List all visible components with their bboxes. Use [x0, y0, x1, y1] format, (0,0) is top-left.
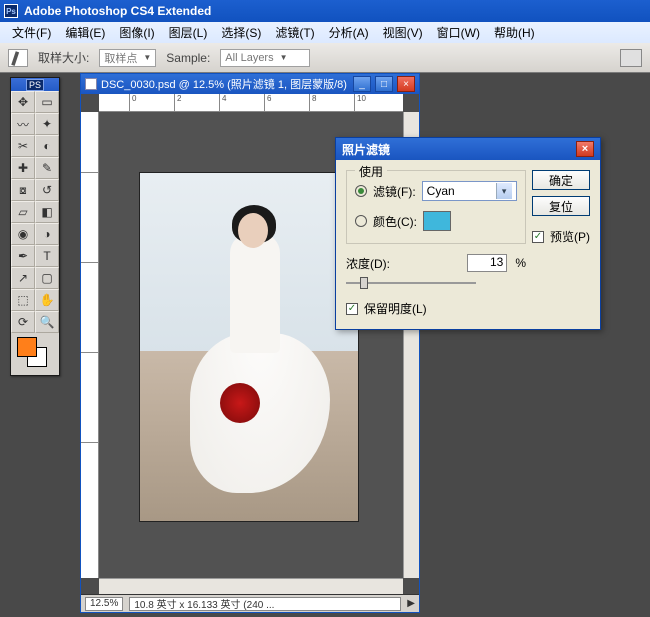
- color-swatches: [11, 333, 59, 375]
- doc-minimize-button[interactable]: _: [353, 76, 371, 92]
- filter-dropdown[interactable]: Cyan ▾: [422, 181, 517, 201]
- slider-thumb[interactable]: [360, 277, 368, 289]
- photo-filter-dialog: 照片滤镜 × 确定 复位 预览(P) 使用 滤镜(F):: [335, 137, 601, 330]
- app-title: Adobe Photoshop CS4 Extended: [24, 4, 211, 18]
- tool-stamp[interactable]: ⧇: [11, 179, 35, 201]
- tool-dodge[interactable]: ◑: [35, 223, 59, 245]
- tools-panel: PS ✥ ▭ 〰 ✦ ✂ ◐ ✚ ✎ ⧇ ↺ ▱ ◧ ◉ ◑ ✒ T ↗ ▢ ⬚: [10, 77, 60, 376]
- tool-crop[interactable]: ✂: [11, 135, 35, 157]
- preserve-luminosity-label: 保留明度(L): [364, 300, 427, 317]
- tools-panel-header[interactable]: PS: [11, 78, 59, 91]
- filter-radio-label: 滤镜(F):: [373, 183, 416, 200]
- menubar: 文件(F) 编辑(E) 图像(I) 图层(L) 选择(S) 滤镜(T) 分析(A…: [0, 22, 650, 43]
- tool-eraser[interactable]: ▱: [11, 201, 35, 223]
- tool-gradient[interactable]: ◧: [35, 201, 59, 223]
- tool-lasso[interactable]: 〰: [11, 113, 35, 135]
- menu-select[interactable]: 选择(S): [215, 22, 267, 43]
- color-radio-label: 颜色(C):: [373, 213, 417, 230]
- filter-radio[interactable]: [355, 185, 367, 197]
- tool-wand[interactable]: ✦: [35, 113, 59, 135]
- menu-help[interactable]: 帮助(H): [488, 22, 541, 43]
- scrollbar-horizontal[interactable]: [99, 578, 403, 594]
- options-extra-icon[interactable]: [620, 49, 642, 67]
- tool-heal[interactable]: ✚: [11, 157, 35, 179]
- statusbar-arrow-icon[interactable]: ▶: [407, 598, 415, 609]
- density-unit: %: [515, 256, 526, 270]
- sample-size-label: 取样大小:: [38, 49, 89, 66]
- tool-blur[interactable]: ◉: [11, 223, 35, 245]
- ruler-horizontal[interactable]: 0 2 4 6 8 10: [99, 94, 403, 112]
- sample-label: Sample:: [166, 51, 210, 65]
- workspace: PS ✥ ▭ 〰 ✦ ✂ ◐ ✚ ✎ ⧇ ↺ ▱ ◧ ◉ ◑ ✒ T ↗ ▢ ⬚: [0, 73, 650, 617]
- doc-close-button[interactable]: ×: [397, 76, 415, 92]
- density-label: 浓度(D):: [346, 255, 390, 272]
- document-statusbar: 12.5% 10.8 英寸 x 16.133 英寸 (240 ... ▶: [81, 594, 419, 612]
- dialog-title: 照片滤镜: [342, 141, 390, 158]
- color-swatch[interactable]: [423, 211, 451, 231]
- doc-maximize-button[interactable]: □: [375, 76, 393, 92]
- document-icon: [85, 78, 97, 90]
- tool-move[interactable]: ✥: [11, 91, 35, 113]
- zoom-field[interactable]: 12.5%: [85, 597, 123, 611]
- preview-checkbox[interactable]: [532, 231, 544, 243]
- menu-image[interactable]: 图像(I): [113, 22, 160, 43]
- doc-info-field[interactable]: 10.8 英寸 x 16.133 英寸 (240 ...: [129, 597, 401, 611]
- sample-layer-dropdown[interactable]: All Layers▼: [220, 49, 310, 67]
- current-tool-icon[interactable]: [8, 49, 28, 67]
- ruler-vertical[interactable]: [81, 112, 99, 578]
- use-legend: 使用: [355, 163, 387, 180]
- color-radio[interactable]: [355, 215, 367, 227]
- menu-view[interactable]: 视图(V): [377, 22, 429, 43]
- app-frame: Ps Adobe Photoshop CS4 Extended 文件(F) 编辑…: [0, 0, 650, 617]
- tool-hand[interactable]: ✋: [35, 289, 59, 311]
- menu-filter[interactable]: 滤镜(T): [269, 22, 320, 43]
- menu-edit[interactable]: 编辑(E): [59, 22, 111, 43]
- document-titlebar[interactable]: DSC_0030.psd @ 12.5% (照片滤镜 1, 图层蒙版/8) _ …: [81, 74, 419, 94]
- options-bar: 取样大小: 取样点▼ Sample: All Layers▼: [0, 43, 650, 73]
- menu-window[interactable]: 窗口(W): [431, 22, 486, 43]
- foreground-color-swatch[interactable]: [17, 337, 37, 357]
- density-input[interactable]: 13: [467, 254, 507, 272]
- tool-rotate-view[interactable]: ⟳: [11, 311, 35, 333]
- use-group: 使用 滤镜(F): Cyan ▾ 颜色(C):: [346, 170, 526, 244]
- dialog-close-button[interactable]: ×: [576, 141, 594, 157]
- document-title: DSC_0030.psd @ 12.5% (照片滤镜 1, 图层蒙版/8): [101, 76, 349, 92]
- tool-type[interactable]: T: [35, 245, 59, 267]
- tool-eyedropper[interactable]: ◐: [35, 135, 59, 157]
- chevron-down-icon: ▾: [496, 183, 512, 199]
- density-slider[interactable]: [346, 276, 476, 290]
- sample-size-dropdown[interactable]: 取样点▼: [99, 49, 156, 67]
- menu-file[interactable]: 文件(F): [6, 22, 57, 43]
- titlebar: Ps Adobe Photoshop CS4 Extended: [0, 0, 650, 22]
- tool-zoom[interactable]: 🔍: [35, 311, 59, 333]
- tool-marquee[interactable]: ▭: [35, 91, 59, 113]
- app-icon: Ps: [4, 4, 18, 18]
- reset-button[interactable]: 复位: [532, 196, 590, 216]
- menu-analysis[interactable]: 分析(A): [323, 22, 375, 43]
- ok-button[interactable]: 确定: [532, 170, 590, 190]
- dialog-titlebar[interactable]: 照片滤镜 ×: [336, 138, 600, 160]
- tool-path[interactable]: ↗: [11, 267, 35, 289]
- tool-shape[interactable]: ▢: [35, 267, 59, 289]
- tool-3d[interactable]: ⬚: [11, 289, 35, 311]
- photo: [139, 172, 359, 522]
- tool-history-brush[interactable]: ↺: [35, 179, 59, 201]
- preserve-luminosity-checkbox[interactable]: [346, 303, 358, 315]
- tool-brush[interactable]: ✎: [35, 157, 59, 179]
- menu-layer[interactable]: 图层(L): [163, 22, 214, 43]
- tool-pen[interactable]: ✒: [11, 245, 35, 267]
- preview-label: 预览(P): [550, 228, 590, 245]
